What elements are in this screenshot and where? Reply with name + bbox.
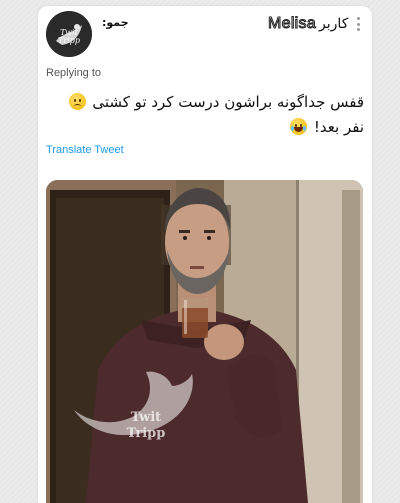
tweet-text-line2-row: نفر بعد!	[46, 115, 364, 140]
account-name-suffix: کاربر	[319, 16, 349, 32]
photo-illustration	[46, 180, 363, 503]
avatar-text-line2: Tripp	[58, 36, 80, 45]
account-name-latin: Melisa	[267, 15, 317, 33]
more-vertical-icon[interactable]	[357, 17, 361, 31]
tweet-media-image[interactable]: Twit Tripp	[46, 180, 363, 503]
laughing-face-emoji-icon	[290, 118, 308, 135]
translate-tweet-link[interactable]: Translate Tweet	[46, 144, 124, 156]
tweet-text-line1: قفس جداگونه براشون درست کرد تو کشتی	[92, 93, 364, 111]
watermark-line1: Twit	[130, 410, 162, 425]
tweet-text-line2: نفر بعد!	[313, 118, 364, 136]
sad-face-emoji-icon	[68, 93, 86, 110]
watermark-line2: Tripp	[126, 426, 166, 441]
account-name[interactable]: کاربر Melisa	[267, 15, 349, 33]
avatar-logo-text: Twit Tripp	[46, 29, 92, 45]
replying-to-label: Replying to	[46, 67, 102, 79]
display-name[interactable]: جمو:	[102, 16, 129, 29]
tweet-text-line1-row: قفس جداگونه براشون درست کرد تو کشتی	[46, 90, 364, 115]
watermark-logo-text: Twit Tripp	[106, 410, 186, 442]
tweet-card[interactable]: Twit Tripp جمو: کاربر Melisa Replying to…	[38, 6, 372, 503]
tweet-text: قفس جداگونه براشون درست کرد تو کشتی نفر …	[46, 90, 364, 140]
avatar[interactable]: Twit Tripp	[46, 11, 92, 57]
